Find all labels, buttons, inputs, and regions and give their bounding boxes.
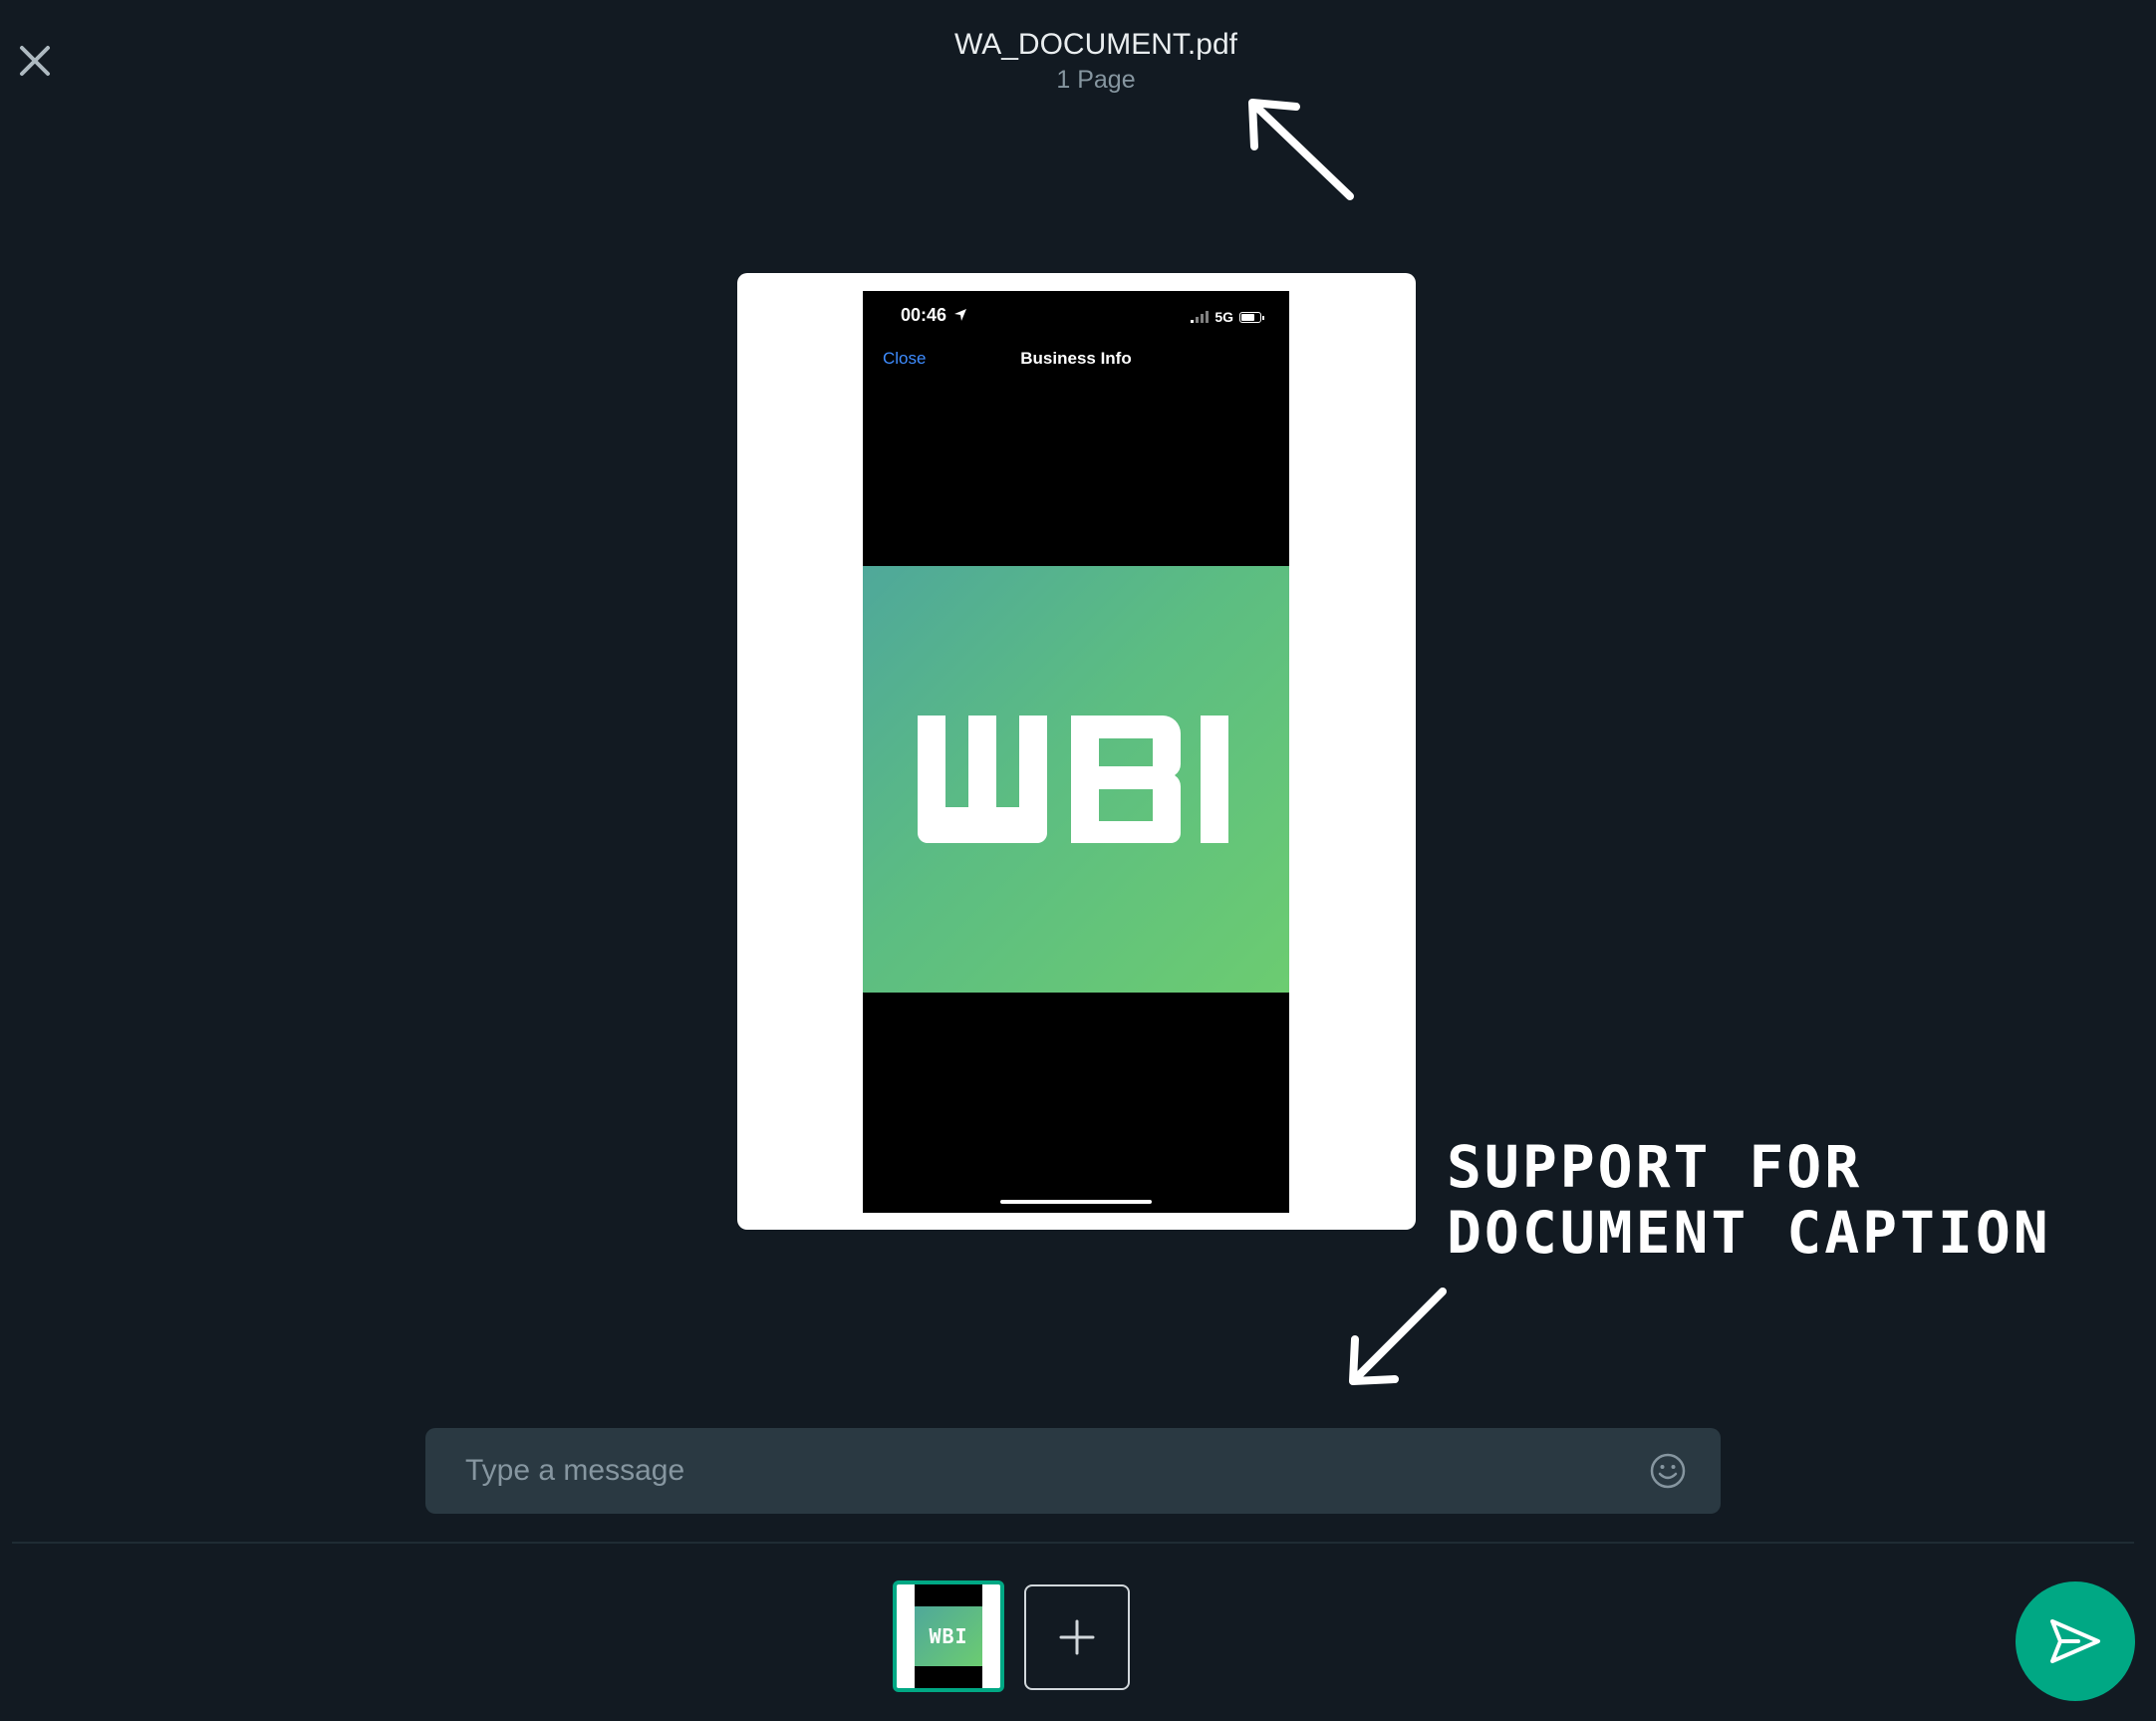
location-arrow-icon xyxy=(954,309,967,321)
document-page-count: 1 Page xyxy=(1056,66,1136,94)
send-icon xyxy=(2050,1619,2100,1663)
status-bar-indicators: 5G xyxy=(1191,309,1264,325)
emoji-icon xyxy=(1650,1453,1686,1489)
plus-icon xyxy=(1059,1619,1095,1655)
caption-input[interactable] xyxy=(465,1428,1641,1514)
home-indicator xyxy=(1000,1200,1152,1204)
thumbnail-image: WBI xyxy=(915,1584,982,1688)
annotation-line-1: SUPPORT FOR xyxy=(1447,1133,1863,1201)
status-bar-time: 00:46 xyxy=(901,305,967,326)
caption-input-bar xyxy=(425,1428,1721,1514)
document-page-image: 00:46 5G Close Business Info xyxy=(863,291,1289,1213)
annotation-arrow-up-icon xyxy=(1248,99,1354,200)
document-file-name: WA_DOCUMENT.pdf xyxy=(954,28,1237,61)
send-button[interactable] xyxy=(2016,1581,2135,1701)
divider xyxy=(12,1542,2134,1544)
signal-icon xyxy=(1191,311,1210,323)
network-label: 5G xyxy=(1214,309,1233,325)
annotation-arrow-down-icon xyxy=(1349,1288,1447,1385)
thumbnail-logo: WBI xyxy=(915,1606,982,1666)
annotation-line-2: DOCUMENT CAPTION xyxy=(1447,1199,2051,1267)
thumbnail-item-selected[interactable]: WBI xyxy=(893,1580,1004,1692)
wbi-logo-text xyxy=(918,716,1228,843)
phone-nav-title: Business Info xyxy=(1020,349,1132,368)
wbi-logo xyxy=(863,566,1289,993)
add-file-button[interactable] xyxy=(1024,1584,1130,1690)
battery-icon xyxy=(1239,311,1264,323)
feature-annotation: SUPPORT FOR DOCUMENT CAPTION xyxy=(1447,1134,2051,1266)
emoji-button[interactable] xyxy=(1649,1452,1687,1490)
